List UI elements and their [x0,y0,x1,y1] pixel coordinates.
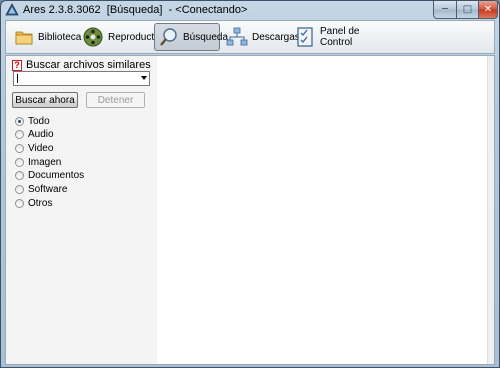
search-input[interactable] [13,71,150,86]
radio-otros[interactable]: Otros [15,197,52,209]
maximize-button[interactable]: □ [456,1,479,19]
radio-video[interactable]: Video [15,142,53,154]
radio-button[interactable] [15,143,24,153]
tab-panel-de-control[interactable]: Panel de Control [292,23,378,51]
radio-label: Documentos [28,169,85,181]
radio-button[interactable] [15,184,24,194]
help-icon: ? [12,59,22,71]
network-icon [226,27,248,46]
stop-button[interactable]: Detener [86,92,145,108]
radio-software[interactable]: Software [15,183,67,195]
magnifier-icon [160,28,177,46]
main-toolbar: Biblioteca Reproductor Búsqueda Descarga… [5,20,495,54]
radio-documentos[interactable]: Documentos [15,169,84,181]
radio-label: Todo [28,115,50,127]
dropdown-arrow-icon[interactable] [141,76,147,80]
radio-button[interactable] [15,157,24,167]
search-now-button[interactable]: Buscar ahora [12,92,78,108]
tab-descargas[interactable]: Descargas [222,23,300,51]
tab-biblioteca[interactable]: Biblioteca [10,23,81,51]
folder-icon [15,31,33,45]
radio-button[interactable] [15,170,24,180]
content-area: ? Buscar archivos similares Buscar ahora… [5,55,495,365]
window-title: Ares 2.3.8.3062 [Búsqueda] - <Conectando… [23,4,248,16]
search-panel: ? Buscar archivos similares Buscar ahora… [6,56,157,364]
text-caret [17,74,18,83]
radio-label: Software [28,183,68,195]
radio-button[interactable] [15,116,24,126]
radio-button[interactable] [15,129,24,139]
radio-label: Imagen [28,156,62,168]
tab-panel-de-control-label: Panel de Control [320,26,360,48]
radio-button[interactable] [15,198,24,208]
tab-reproductor[interactable]: Reproductor [78,23,163,51]
close-button[interactable]: ✕ [478,1,498,19]
radio-label: Video [28,142,54,154]
film-reel-icon [83,27,103,47]
results-scrollbar[interactable] [487,56,494,364]
checklist-icon [297,27,313,47]
radio-todo[interactable]: Todo [15,115,50,127]
app-window: Ares 2.3.8.3062 [Búsqueda] - <Conectando… [0,0,500,368]
radio-imagen[interactable]: Imagen [15,156,61,168]
minimize-button[interactable]: ─ [433,1,457,19]
ares-logo-icon [5,3,19,16]
search-similar-row[interactable]: ? Buscar archivos similares [12,59,151,71]
tab-busqueda[interactable]: Búsqueda [154,23,228,51]
tab-biblioteca-label: Biblioteca [38,31,82,43]
radio-label: Otros [28,197,53,209]
search-similar-label: Buscar archivos similares [26,59,151,71]
results-panel[interactable] [157,56,494,364]
title-bar[interactable]: Ares 2.3.8.3062 [Búsqueda] - <Conectando… [1,1,499,19]
radio-label: Audio [28,128,54,140]
radio-audio[interactable]: Audio [15,128,54,140]
